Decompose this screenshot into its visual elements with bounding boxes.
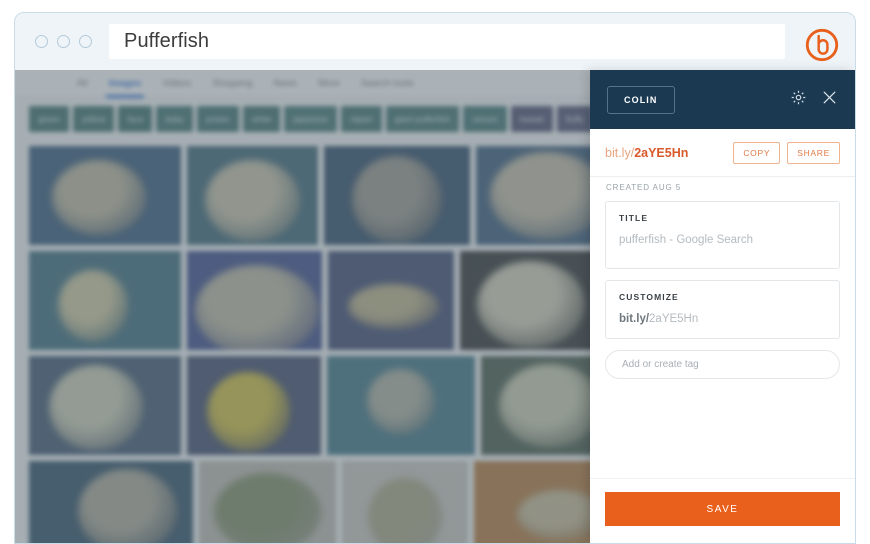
image-result-tile[interactable] <box>29 251 181 350</box>
filter-chip-green[interactable]: green <box>29 106 69 132</box>
address-bar[interactable]: Pufferfish <box>109 24 785 59</box>
filter-chip-japanese[interactable]: japanese <box>284 106 337 132</box>
filter-chip-baby[interactable]: baby <box>156 106 193 132</box>
minimize-dot-icon[interactable] <box>57 35 70 48</box>
search-nav-tab-news[interactable]: News <box>273 78 297 89</box>
image-result-tile[interactable] <box>29 146 181 245</box>
image-result-tile[interactable] <box>187 251 322 350</box>
title-field-value: pufferfish - Google Search <box>619 234 754 246</box>
image-result-tile[interactable] <box>29 356 181 455</box>
pufferfish-thumbnail <box>51 159 147 236</box>
save-button[interactable]: SAVE <box>605 492 840 526</box>
pufferfish-thumbnail <box>477 260 585 348</box>
short-link-prefix: bit.ly/ <box>605 145 635 160</box>
pufferfish-thumbnail <box>78 468 177 543</box>
copy-button[interactable]: COPY <box>733 141 781 164</box>
filter-chip-fluffy[interactable]: fluffy <box>556 106 593 132</box>
customize-field-value: bit.ly/2aYE5Hn <box>619 313 826 325</box>
image-result-tile[interactable] <box>29 461 193 543</box>
filter-chip-white[interactable]: white <box>242 106 281 132</box>
tag-input-placeholder: Add or create tag <box>622 359 699 370</box>
close-dot-icon[interactable] <box>35 35 48 48</box>
image-result-tile[interactable] <box>199 461 336 543</box>
panel-header: COLIN <box>590 70 855 129</box>
customize-slug: 2aYE5Hn <box>649 313 699 325</box>
image-result-tile[interactable] <box>327 356 475 455</box>
window-traffic-lights <box>35 35 92 48</box>
pufferfish-thumbnail <box>348 283 439 330</box>
close-x-icon[interactable] <box>821 89 838 111</box>
image-result-tile[interactable] <box>187 146 318 245</box>
filter-chip-venom[interactable]: venom <box>463 106 507 132</box>
filter-chip-potato[interactable]: potato <box>196 106 239 132</box>
created-date-label: CREATED AUG 5 <box>590 176 855 201</box>
customize-field[interactable]: CUSTOMIZE bit.ly/2aYE5Hn <box>605 280 840 339</box>
search-nav-tab-videos[interactable]: Videos <box>162 78 191 89</box>
pufferfish-thumbnail <box>366 368 436 435</box>
title-field[interactable]: TITLE pufferfish - Google Search <box>605 201 840 269</box>
pufferfish-thumbnail <box>498 363 602 448</box>
bitly-link-panel: COLIN bit.ly/2aYE5Hn COPY SHARE CREATED … <box>590 70 855 543</box>
filter-chip-hawaii[interactable]: hawaii <box>510 106 553 132</box>
search-nav-tab-search-tools[interactable]: Search tools <box>361 78 414 89</box>
gear-icon[interactable] <box>790 89 807 111</box>
image-result-tile[interactable] <box>324 146 470 245</box>
pufferfish-thumbnail <box>207 371 291 452</box>
browser-chrome-bar: Pufferfish <box>15 13 855 70</box>
short-link-slug: 2aYE5Hn <box>634 145 689 160</box>
search-nav-tab-more[interactable]: More <box>318 78 340 89</box>
tag-input[interactable]: Add or create tag <box>605 350 840 379</box>
pufferfish-thumbnail <box>214 473 321 543</box>
browser-window: Pufferfish All Images Videos Shopping News Mo… <box>14 12 856 544</box>
panel-body: TITLE pufferfish - Google Search CUSTOMI… <box>590 201 855 478</box>
pufferfish-thumbnail <box>48 364 143 451</box>
title-field-label: TITLE <box>619 213 649 223</box>
short-link-actions: COPY SHARE <box>733 141 840 164</box>
address-bar-value: Pufferfish <box>124 30 210 52</box>
pufferfish-thumbnail <box>368 478 442 543</box>
image-result-tile[interactable] <box>460 251 602 350</box>
pufferfish-thumbnail <box>57 269 128 342</box>
search-nav-tab-shopping[interactable]: Shopping <box>212 78 252 89</box>
search-nav-tab-all[interactable]: All <box>77 78 88 89</box>
short-link-row: bit.ly/2aYE5Hn COPY SHARE <box>590 129 855 176</box>
bitly-logo-icon[interactable] <box>803 26 841 64</box>
maximize-dot-icon[interactable] <box>79 35 92 48</box>
customize-field-label: CUSTOMIZE <box>619 292 679 302</box>
panel-footer: SAVE <box>590 478 855 543</box>
pufferfish-thumbnail <box>490 151 606 240</box>
image-result-tile[interactable] <box>328 251 454 350</box>
image-result-tile[interactable] <box>187 356 321 455</box>
filter-chip-giant-pufferfish[interactable]: giant pufferfish <box>385 106 460 132</box>
panel-header-icons <box>790 89 838 111</box>
pufferfish-thumbnail <box>195 264 320 350</box>
user-account-button[interactable]: COLIN <box>607 85 675 114</box>
pufferfish-thumbnail <box>205 159 300 242</box>
customize-prefix: bit.ly/ <box>619 313 650 325</box>
image-result-tile[interactable] <box>342 461 468 543</box>
pufferfish-thumbnail <box>351 155 443 243</box>
search-nav-tab-images[interactable]: Images <box>105 78 145 98</box>
short-link-text[interactable]: bit.ly/2aYE5Hn <box>605 146 688 160</box>
filter-chip-yellow[interactable]: yellow <box>72 106 115 132</box>
filter-chip-clipart[interactable]: clipart <box>340 106 382 132</box>
filter-chip-face[interactable]: face <box>118 106 153 132</box>
share-button[interactable]: SHARE <box>787 141 840 164</box>
